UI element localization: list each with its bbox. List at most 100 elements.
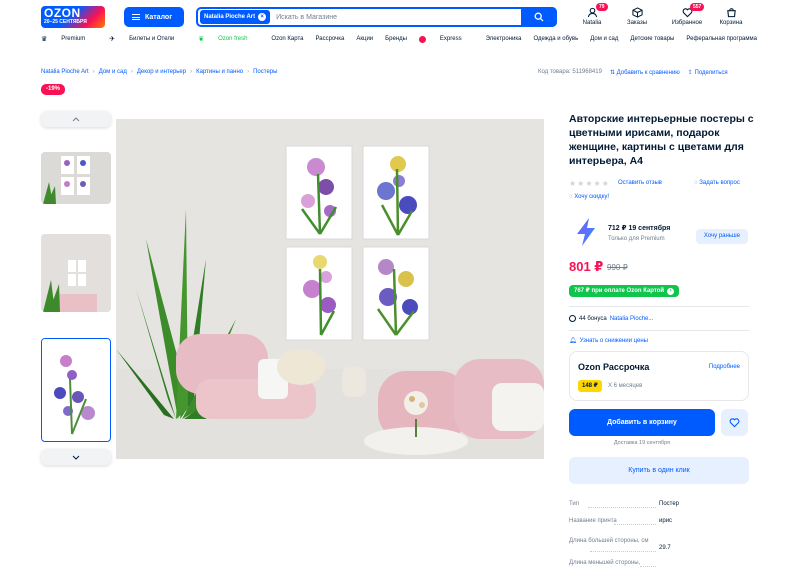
spec-dots [590, 551, 656, 552]
bonus-seller-link[interactable]: Natalia Pioche... [610, 316, 654, 322]
installment-months: Х 6 месяцев [608, 383, 643, 389]
cart-button[interactable]: Корзина [711, 7, 751, 31]
express-icon [418, 35, 426, 43]
favorites-button[interactable]: 557 Избранное [667, 3, 707, 31]
menu-item-brands[interactable]: Бренды [385, 35, 407, 43]
menu-item-kids[interactable]: Детские товары [630, 35, 674, 43]
menu-item-tickets[interactable]: ✈ Билеты и Отели [109, 35, 186, 43]
spec-dots [614, 524, 656, 525]
thumbs-scroll-down[interactable] [41, 449, 111, 465]
menu-item-home[interactable]: Дом и сад [590, 35, 618, 43]
product-title: Авторские интерьерные постеры с цветными… [569, 113, 754, 167]
spec-value: 29.7 [659, 545, 671, 551]
orders-button[interactable]: Заказы [617, 7, 657, 31]
installment-title: Ozon Рассрочка [578, 362, 650, 372]
main-product-image[interactable] [116, 119, 544, 459]
star-icon: ★ [601, 179, 609, 188]
ozon-logo[interactable]: OZON 20–25 СЕНТЯБРЯ [41, 6, 105, 28]
divider [569, 306, 749, 307]
installment-more-link[interactable]: Подробнее [709, 364, 740, 370]
thumbnail-image [41, 234, 111, 312]
thumbs-scroll-up[interactable] [41, 111, 111, 127]
bonus-icon [569, 315, 576, 322]
catalog-label: Каталог [145, 13, 173, 21]
breadcrumb-item[interactable]: Natalia Pioche Art [41, 69, 89, 75]
close-icon[interactable]: × [258, 13, 267, 21]
bonus-info: 44 бонуса Natalia Pioche... [569, 315, 653, 322]
menu-item-premium[interactable]: ♛ Premium [41, 35, 97, 43]
ozon-card-price[interactable]: 767 ₽ при оплате Ozon Картой › [569, 285, 680, 297]
question-icon: ◌ [694, 180, 698, 186]
question-link[interactable]: ◌ Задать вопрос [694, 180, 740, 186]
thumbnail-1[interactable] [41, 152, 111, 204]
breadcrumb-item[interactable]: Декор и интерьер [137, 69, 186, 75]
delivery-date: Доставка 19 сентября [613, 440, 671, 446]
buy-one-click-button[interactable]: Купить в один клик [569, 457, 749, 484]
logo-text: OZON [44, 6, 81, 20]
profile-badge: 79 [596, 3, 608, 11]
chevron-right-icon: › [92, 69, 95, 75]
bell-icon: 🔔︎ [569, 338, 577, 344]
crown-icon: ♛ [41, 36, 48, 43]
search-input[interactable]: Искать в Магазине [276, 14, 521, 21]
breadcrumb-item[interactable]: Постеры [253, 69, 277, 75]
breadcrumb: Natalia Pioche Art › Дом и сад › Декор и и… [41, 69, 277, 75]
spec-value: Постер [659, 501, 680, 507]
rating-stars[interactable]: ★ ★ ★ ★ ★ [569, 179, 609, 188]
premium-subtitle: Только для Premium [608, 236, 665, 242]
chevron-down-icon [72, 455, 80, 460]
menu-item-express[interactable]: Express [418, 35, 474, 43]
thumbnail-image [42, 339, 109, 440]
breadcrumb-item[interactable]: Дом и сад [99, 69, 127, 75]
menu-item-referral[interactable]: Реферальная программа [686, 35, 757, 43]
star-icon: ★ [577, 179, 585, 188]
top-menu: ♛ Premium ✈ Билеты и Отели ❦ Ozon fresh Ozo… [41, 35, 769, 43]
search-scope-label: Natalia Pioche Art [204, 14, 256, 20]
premium-earlier-button[interactable]: Хочу раньше [696, 229, 748, 244]
profile-button[interactable]: 79 Natalia [572, 3, 612, 31]
cart-label: Корзина [719, 20, 743, 26]
chevron-right-icon: › [667, 287, 675, 295]
box-icon [631, 7, 643, 18]
divider [569, 330, 749, 331]
search-button[interactable] [521, 7, 557, 27]
search-bar[interactable]: Natalia Pioche Art × Искать в Магазине [196, 7, 557, 27]
profile-label: Natalia [582, 20, 602, 26]
chevron-up-icon [72, 116, 80, 121]
installment-amount: 148 ₽ [578, 380, 602, 392]
add-to-cart-button[interactable]: Добавить в корзину [569, 409, 715, 436]
plane-icon: ✈ [109, 36, 116, 43]
menu-item-ozon-card[interactable]: Ozon Карта [271, 35, 303, 43]
chevron-right-icon: › [190, 69, 193, 75]
search-scope-chip[interactable]: Natalia Pioche Art × [200, 10, 271, 24]
price-alert-link[interactable]: 🔔︎ Узнать о снижении цены [569, 337, 648, 345]
menu-item-promos[interactable]: Акции [356, 35, 373, 43]
favorite-button[interactable] [721, 409, 748, 436]
share-icon: ⇪ [687, 70, 693, 76]
favorites-badge: 557 [690, 3, 705, 11]
orders-label: Заказы [626, 20, 648, 26]
star-icon: ★ [585, 179, 593, 188]
star-icon: ★ [569, 179, 577, 188]
menu-item-electronics[interactable]: Электроника [486, 35, 522, 43]
menu-item-fresh[interactable]: ❦ Ozon fresh [198, 35, 259, 43]
thumbnail-3[interactable] [41, 338, 111, 442]
product-meta: Код товара: 511968419 ⇅ Добавить к сравн… [538, 69, 728, 76]
catalog-button[interactable]: Каталог [124, 7, 184, 27]
menu-item-clothes[interactable]: Одежда и обувь [533, 35, 578, 43]
spec-key: Название принта [569, 518, 617, 524]
want-discount-link[interactable]: ◌ Хочу скидку! [569, 194, 609, 200]
current-price: 801 ₽ [569, 259, 604, 274]
share-link[interactable]: ⇪ Поделиться [688, 69, 728, 76]
installment-card[interactable]: Ozon Рассрочка Подробнее 148 ₽ Х 6 месяц… [569, 351, 749, 401]
compare-link[interactable]: ⇅ Добавить к сравнению [610, 69, 680, 76]
menu-item-installment[interactable]: Рассрочка [315, 35, 344, 43]
review-link[interactable]: Оставить отзыв [618, 180, 662, 186]
spec-key: Длина меньшей стороны, [569, 560, 641, 566]
favorites-label: Избранное [671, 20, 703, 26]
product-code[interactable]: Код товара: 511968419 [538, 69, 602, 76]
thumbnail-2[interactable] [41, 234, 111, 312]
heart-icon [729, 418, 740, 428]
menu-icon [132, 14, 140, 20]
breadcrumb-item[interactable]: Картины и панно [196, 69, 243, 75]
